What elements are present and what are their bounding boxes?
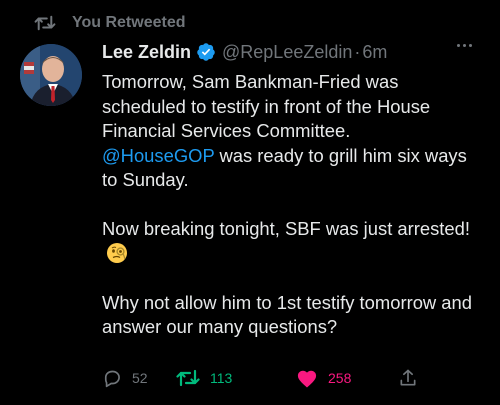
verified-badge-icon bbox=[196, 42, 216, 62]
retweet-button[interactable]: 113 bbox=[176, 368, 232, 388]
separator-dot: · bbox=[354, 41, 361, 62]
reply-count: 52 bbox=[132, 370, 148, 386]
tweet-card[interactable]: You Retweeted Lee Zeldin @RepLeeZeldin ·… bbox=[0, 0, 500, 405]
author-handle[interactable]: @RepLeeZeldin bbox=[222, 42, 352, 63]
social-context: You Retweeted bbox=[34, 12, 186, 34]
face-with-monocle-emoji-icon bbox=[106, 242, 128, 264]
heart-icon bbox=[296, 368, 318, 388]
retweet-icon bbox=[34, 14, 56, 32]
share-icon bbox=[398, 368, 418, 388]
tweet-text: Tomorrow, Sam Bankman-Fried was schedule… bbox=[102, 70, 486, 340]
more-options-icon[interactable] bbox=[457, 44, 472, 47]
tweet-header: Lee Zeldin @RepLeeZeldin · 6m bbox=[102, 40, 486, 64]
tweet-paragraph-2: Now breaking tonight, SBF was just arres… bbox=[102, 217, 486, 266]
tweet-text-para3: Why not allow him to 1st testify tomorro… bbox=[102, 291, 472, 338]
tweet-paragraph-3: Why not allow him to 1st testify tomorro… bbox=[102, 291, 486, 340]
social-context-label: You Retweeted bbox=[72, 14, 186, 31]
author-name[interactable]: Lee Zeldin bbox=[102, 42, 191, 63]
tweet-actions: 52 113 258 bbox=[102, 366, 432, 390]
like-button[interactable]: 258 bbox=[296, 368, 351, 388]
tweet-timestamp[interactable]: 6m bbox=[362, 42, 387, 63]
avatar[interactable] bbox=[20, 44, 82, 106]
like-count: 258 bbox=[328, 370, 352, 386]
tweet-text-line1: Tomorrow, Sam Bankman-Fried was schedule… bbox=[102, 71, 431, 141]
tweet-paragraph-1: Tomorrow, Sam Bankman-Fried was schedule… bbox=[102, 70, 486, 193]
mention-link[interactable]: @HouseGOP bbox=[102, 145, 214, 166]
retweet-action-icon bbox=[176, 368, 200, 388]
share-button[interactable] bbox=[398, 368, 418, 388]
reply-button[interactable]: 52 bbox=[102, 368, 148, 388]
tweet-text-para2: Now breaking tonight, SBF was just arres… bbox=[102, 218, 470, 239]
retweet-count: 113 bbox=[210, 370, 233, 386]
tweet-content: Lee Zeldin @RepLeeZeldin · 6m Tomorrow, … bbox=[102, 40, 486, 340]
reply-icon bbox=[102, 368, 122, 388]
